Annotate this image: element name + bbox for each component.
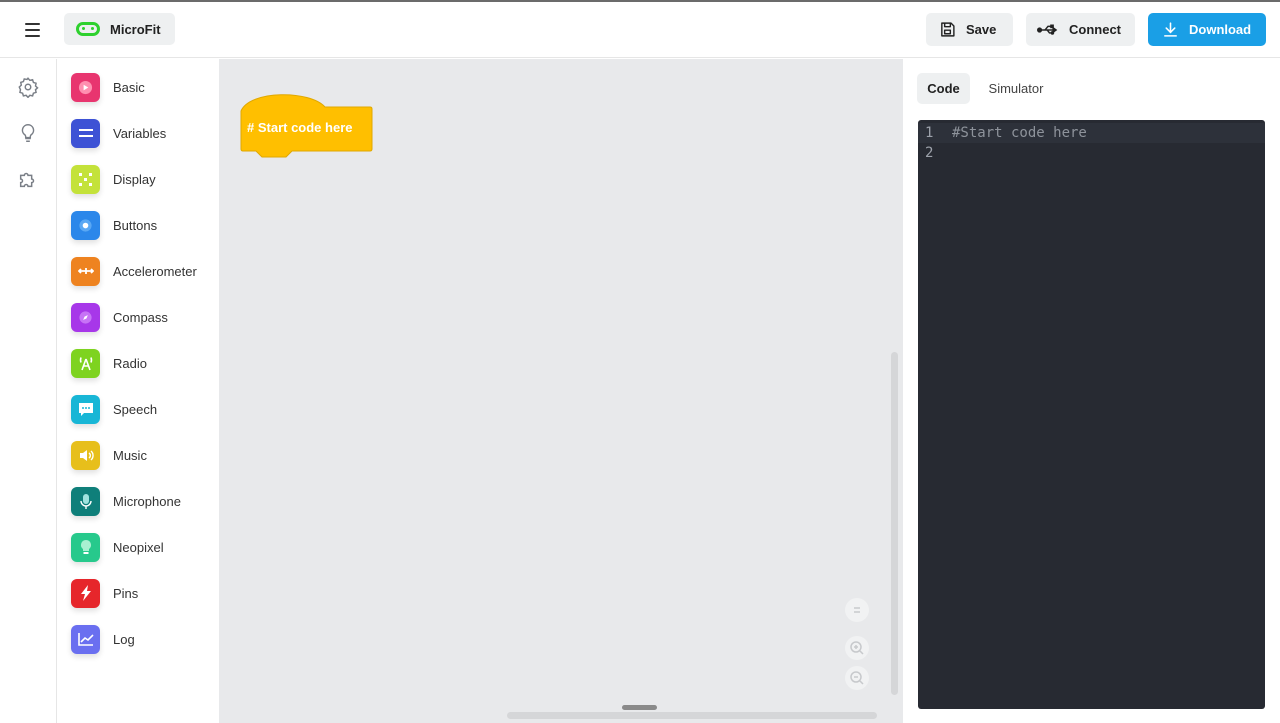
floppy-disk-icon [941,22,955,37]
category-variables[interactable]: Variables [71,118,166,148]
save-button[interactable]: Save [926,13,1013,46]
category-label: Speech [113,401,158,417]
category-compass[interactable]: Compass [71,302,168,332]
settings-icon[interactable] [17,76,39,98]
category-microphone[interactable]: Microphone [71,486,181,516]
category-speech[interactable]: Speech [71,394,157,424]
category-radio[interactable]: Radio [71,348,147,378]
category-label: Microphone [113,493,181,509]
blocks-workspace[interactable]: # Start code here [219,59,903,723]
chart-icon [71,624,100,654]
category-label: Log [113,631,135,647]
category-label: Buttons [113,217,158,233]
puzzle-icon[interactable] [17,168,39,190]
block-text: # Start code here [247,120,353,135]
code-editor[interactable]: 1 #Start code here 2 [918,120,1265,709]
vertical-scrollbar[interactable] [891,352,898,695]
speaker-icon [71,440,100,470]
category-log[interactable]: Log [71,624,135,654]
category-label: Neopixel [113,539,164,555]
start-code-block[interactable]: # Start code here [240,93,373,164]
category-label: Variables [113,125,167,141]
move-icon [71,256,100,286]
connect-button[interactable]: Connect [1026,13,1135,46]
category-label: Compass [113,309,168,325]
tab-code[interactable]: Code [917,73,970,104]
category-buttons[interactable]: Buttons [71,210,157,240]
line-number: 1 [925,125,934,141]
bulb-icon [71,532,100,562]
line-text: #Start code here [952,125,1087,141]
reset-view-icon[interactable] [845,598,869,622]
tab-simulator[interactable]: Simulator [976,73,1056,104]
category-label: Accelerometer [113,263,197,279]
category-neopixel[interactable]: Neopixel [71,532,164,562]
editor-line: 2 [918,143,1265,163]
category-label: Basic [113,79,145,95]
app-header: MicroFit Save Connect Download [0,2,1280,58]
speech-icon [71,394,100,424]
line-number: 2 [925,145,934,161]
hamburger-menu-icon[interactable] [18,16,46,44]
left-icon-rail [0,59,57,723]
code-panel: Code Simulator 1 #Start code here 2 [903,59,1280,723]
equals-icon [71,118,100,148]
download-label: Download [1189,22,1252,37]
category-display[interactable]: Display [71,164,156,194]
category-basic[interactable]: Basic [71,72,145,102]
usb-icon [1037,24,1058,35]
category-label: Pins [113,585,139,601]
microfit-logo-icon [76,22,100,36]
block-category-palette: Basic Variables Display Buttons Accelero… [58,59,219,723]
zoom-out-icon[interactable] [845,666,869,690]
microphone-icon [71,486,100,516]
app-brand[interactable]: MicroFit [64,13,175,45]
lightning-icon [71,578,100,608]
button-icon [71,210,100,240]
category-label: Music [113,447,147,463]
horizontal-scrollbar[interactable] [507,712,877,719]
grid-icon [71,164,100,194]
compass-icon [71,302,100,332]
save-label: Save [966,22,997,37]
app-name: MicroFit [110,21,161,37]
play-icon [71,72,100,102]
download-button[interactable]: Download [1148,13,1266,46]
category-label: Radio [113,355,147,371]
category-label: Display [113,171,156,187]
category-accelerometer[interactable]: Accelerometer [71,256,197,286]
category-music[interactable]: Music [71,440,147,470]
download-icon [1164,22,1177,37]
lightbulb-icon[interactable] [17,122,39,144]
radio-icon [71,348,100,378]
editor-line: 1 #Start code here [918,123,1265,143]
zoom-in-icon[interactable] [845,636,869,660]
category-pins[interactable]: Pins [71,578,138,608]
panel-resize-handle[interactable] [622,705,657,710]
connect-label: Connect [1069,22,1121,37]
